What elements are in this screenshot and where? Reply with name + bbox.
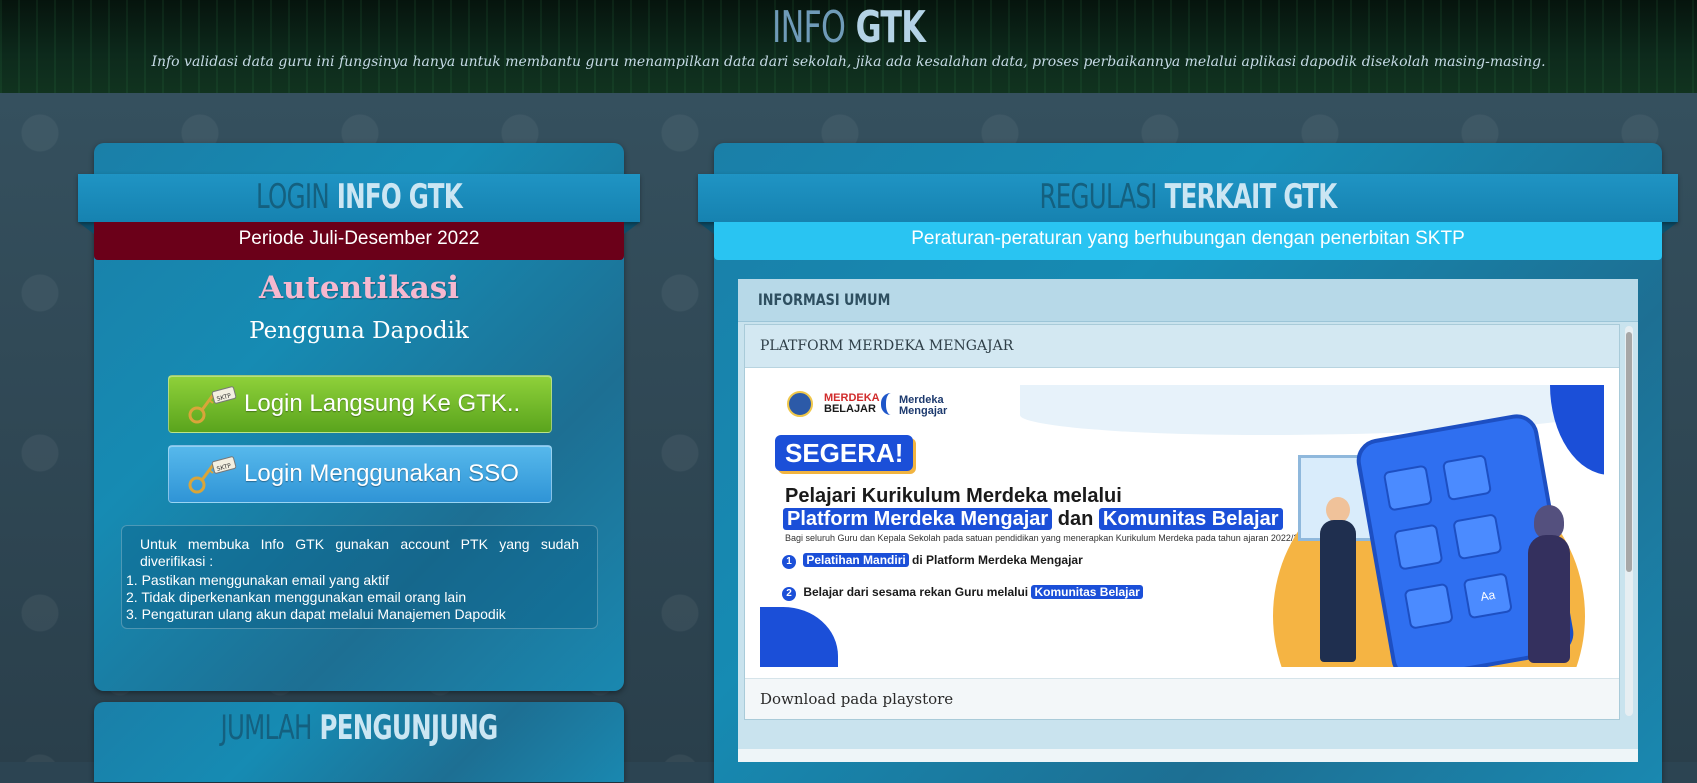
merdeka-mengajar-logo-icon <box>881 393 895 415</box>
banner-hl-mid: dan <box>1057 508 1094 530</box>
period-bar: Periode Juli-Desember 2022 <box>94 222 624 260</box>
info-list: 1. Pastikan menggunakan email yang aktif… <box>126 572 579 623</box>
info-item: 1. Pastikan menggunakan email yang aktif <box>126 572 390 588</box>
platform-banner-image[interactable]: MERDEKA BELAJAR Merdeka Mengajar SEGERA!… <box>760 385 1604 667</box>
regulation-title-part1: REGULASI <box>1039 177 1157 217</box>
logo-mb-line2: BELAJAR <box>824 403 876 415</box>
card-title: PLATFORM MERDEKA MENGAJAR <box>760 338 1014 354</box>
site-tagline: Info validasi data guru ini fungsinya ha… <box>151 54 1546 70</box>
banner-corner-shape <box>1550 385 1604 475</box>
card-footer-link[interactable]: Download pada playstore <box>760 690 953 708</box>
login-sso-button[interactable]: SKTP Login Menggunakan SSO <box>168 445 552 503</box>
site-title-part2: GTK <box>855 2 926 53</box>
logo-mm-line2: Mengajar <box>899 405 948 417</box>
visitor-panel-title: JUMLAH PENGUNJUNG <box>168 708 550 748</box>
app-tile-icon <box>1403 582 1454 630</box>
login-title-part2: INFO GTK <box>336 177 463 217</box>
teacher2-illustration-head <box>1534 505 1564 539</box>
auth-title: Autentikasi <box>258 270 460 306</box>
banner-item2-highlight: Komunitas Belajar <box>1031 585 1143 599</box>
login-direct-label: Login Langsung Ke GTK.. <box>244 390 521 417</box>
login-info-box: Untuk membuka Info GTK gunakan account P… <box>121 525 598 629</box>
section-header[interactable]: INFORMASI UMUM <box>738 279 1638 322</box>
merdeka-belajar-logo: MERDEKA BELAJAR <box>824 393 880 415</box>
login-panel-ribbon: LOGIN INFO GTK <box>78 174 640 222</box>
banner-item1-highlight: Pelatihan Mandiri <box>803 553 909 567</box>
banner-headline-2: Platform Merdeka Mengajar dan Komunitas … <box>783 508 1283 531</box>
tut-wuri-logo-icon <box>787 391 813 417</box>
key-icon: SKTP <box>188 386 237 424</box>
info-item: 3. Pengaturan ulang akun dapat melalui M… <box>126 606 506 622</box>
site-header: INFO GTK Info validasi data guru ini fun… <box>0 0 1697 94</box>
app-tile-icon <box>1393 523 1444 571</box>
banner-item-number: 1 <box>782 555 796 569</box>
visitor-title-part1: JUMLAH <box>220 708 312 748</box>
card-footer: Download pada playstore <box>745 678 1619 719</box>
ribbon-fold-right <box>1662 222 1678 234</box>
regulation-subtitle-bar: Peraturan-peraturan yang berhubungan den… <box>714 222 1662 260</box>
ribbon-fold-right <box>624 222 640 234</box>
font-tile-icon: Aa <box>1462 572 1513 620</box>
regulation-panel-title: REGULASI TERKAIT GTK <box>835 177 1541 217</box>
app-tile-icon <box>1382 464 1434 512</box>
info-intro: Untuk membuka Info GTK gunakan account P… <box>140 536 579 569</box>
banner-hl-komunitas: Komunitas Belajar <box>1098 508 1283 530</box>
regulation-content: INFORMASI UMUM PLATFORM MERDEKA MENGAJAR… <box>738 279 1638 762</box>
auth-subtitle: Pengguna Dapodik <box>249 318 469 344</box>
site-title-part1: INFO <box>771 2 846 53</box>
key-icon: SKTP <box>188 456 237 494</box>
banner-item1-text: di Platform Merdeka Mengajar <box>912 553 1083 567</box>
login-sso-label: Login Menggunakan SSO <box>244 460 519 487</box>
platform-card: PLATFORM MERDEKA MENGAJAR MERDEKA BELAJA… <box>744 324 1620 720</box>
login-direct-button[interactable]: SKTP Login Langsung Ke GTK.. <box>168 375 552 433</box>
site-title: INFO GTK <box>238 2 1460 53</box>
login-panel-title: LOGIN INFO GTK <box>157 177 562 217</box>
banner-segera-badge: SEGERA! <box>775 435 914 471</box>
teacher2-illustration <box>1528 535 1570 663</box>
next-section-header[interactable] <box>738 749 1638 762</box>
banner-bottom-shape <box>760 607 838 667</box>
visitor-title-part2: PENGUNJUNG <box>319 708 499 748</box>
info-item: 2. Tidak diperkenankan menggunakan email… <box>126 589 467 605</box>
regulation-panel-ribbon: REGULASI TERKAIT GTK <box>698 174 1678 222</box>
scrollbar-thumb[interactable] <box>1626 332 1632 572</box>
regulation-title-part2: TERKAIT GTK <box>1164 177 1338 217</box>
banner-note: Bagi seluruh Guru dan Kepala Sekolah pad… <box>785 533 1314 543</box>
app-tile-icon <box>1441 454 1493 502</box>
login-title-part1: LOGIN <box>256 177 330 217</box>
teacher-illustration <box>1320 520 1356 662</box>
content-scrollbar[interactable] <box>1625 326 1633 716</box>
banner-item-2: 2 Belajar dari sesama rekan Guru melalui… <box>782 585 1143 601</box>
merdeka-mengajar-logo: Merdeka Mengajar <box>899 395 947 417</box>
banner-hl-platform: Platform Merdeka Mengajar <box>783 508 1053 530</box>
ribbon-fold-left <box>698 222 714 234</box>
visitor-panel: JUMLAH PENGUNJUNG <box>94 702 624 782</box>
app-tile-icon <box>1452 513 1503 561</box>
section-title: INFORMASI UMUM <box>758 290 891 309</box>
banner-headline-1: Pelajari Kurikulum Merdeka melalui <box>785 485 1122 507</box>
card-header[interactable]: PLATFORM MERDEKA MENGAJAR <box>745 325 1619 368</box>
banner-item-number: 2 <box>782 587 796 601</box>
ribbon-fold-left <box>78 222 94 234</box>
banner-item2-text: Belajar dari sesama rekan Guru melalui <box>803 585 1029 599</box>
banner-item-1: 1 Pelatihan Mandiri di Platform Merdeka … <box>782 553 1083 569</box>
